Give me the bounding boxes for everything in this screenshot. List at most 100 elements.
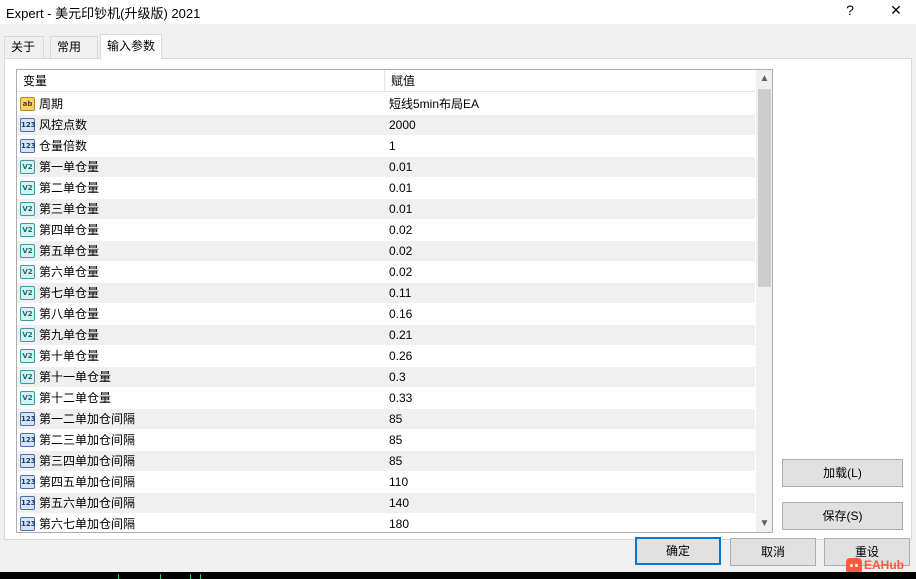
parameter-name: 第五单仓量 [39,244,100,258]
parameter-row[interactable]: V2 第十单仓量 0.26 [17,346,755,367]
taskbar-strip [0,572,916,579]
parameter-value[interactable]: 0.11 [389,283,411,304]
parameter-row[interactable]: 123 第四五单加仓间隔 110 [17,472,755,493]
parameter-value[interactable]: 140 [389,493,409,514]
save-button[interactable]: 保存(S) [782,502,903,530]
double-type-icon: V2 [20,349,35,363]
integer-type-icon: 123 [20,454,36,468]
tab-common[interactable]: 常用 [50,36,98,58]
parameter-row[interactable]: V2 第十二单仓量 0.33 [17,388,755,409]
scroll-up-icon[interactable]: ▲ [756,70,772,87]
parameter-value[interactable]: 1 [389,136,396,157]
parameter-row[interactable]: V2 第七单仓量 0.11 [17,283,755,304]
integer-type-icon: 123 [20,139,36,153]
parameter-name: 风控点数 [39,118,88,132]
parameter-value[interactable]: 0.02 [389,220,412,241]
double-type-icon: V2 [20,181,35,195]
window-title: Expert - 美元印钞机(升级版) 2021 [6,6,201,21]
parameter-value[interactable]: 0.02 [389,262,412,283]
string-type-icon: ab [20,97,35,111]
parameter-value[interactable]: 85 [389,451,402,472]
parameter-value[interactable]: 0.02 [389,241,412,262]
double-type-icon: V2 [20,265,35,279]
parameter-name: 第四五单加仓间隔 [39,475,136,489]
double-type-icon: V2 [20,286,35,300]
parameter-row[interactable]: 123 第三四单加仓间隔 85 [17,451,755,472]
integer-type-icon: 123 [20,433,36,447]
chart-tick [190,574,191,579]
parameter-name: 第六单仓量 [39,265,100,279]
parameter-value[interactable]: 0.01 [389,199,412,220]
parameter-name: 第一二单加仓间隔 [39,412,136,426]
double-type-icon: V2 [20,223,35,237]
vertical-scrollbar[interactable]: ▲ ▼ [756,70,772,532]
parameter-row[interactable]: V2 第四单仓量 0.02 [17,220,755,241]
double-type-icon: V2 [20,202,35,216]
parameter-row[interactable]: 123 仓量倍数 1 [17,136,755,157]
parameter-row[interactable]: V2 第一单仓量 0.01 [17,157,755,178]
parameter-name: 周期 [39,97,64,111]
parameter-row[interactable]: V2 第六单仓量 0.02 [17,262,755,283]
integer-type-icon: 123 [20,475,36,489]
parameter-row[interactable]: 123 第六七单加仓间隔 180 [17,514,755,532]
tab-about[interactable]: 关于 [4,36,44,58]
parameter-name: 第十一单仓量 [39,370,112,384]
parameter-name: 第四单仓量 [39,223,100,237]
parameter-name: 第九单仓量 [39,328,100,342]
parameter-row[interactable]: 123 第一二单加仓间隔 85 [17,409,755,430]
column-header-variable[interactable]: 变量 [17,70,47,92]
parameter-row[interactable]: V2 第二单仓量 0.01 [17,178,755,199]
parameter-name: 第二单仓量 [39,181,100,195]
parameter-row[interactable]: 123 第二三单加仓间隔 85 [17,430,755,451]
parameter-row[interactable]: V2 第八单仓量 0.16 [17,304,755,325]
cancel-button[interactable]: 取消 [730,538,816,566]
parameter-value[interactable]: 0.01 [389,178,412,199]
column-header-value[interactable]: 赋值 [385,70,415,92]
parameter-value[interactable]: 180 [389,514,409,532]
parameter-value[interactable]: 0.16 [389,304,412,325]
watermark-text: EAHub [864,558,904,572]
tab-strip: 关于 常用 输入参数 [4,34,912,59]
parameter-row[interactable]: V2 第五单仓量 0.02 [17,241,755,262]
double-type-icon: V2 [20,328,35,342]
parameter-value[interactable]: 0.33 [389,388,412,409]
grid-header: 变量 赋值 [17,70,755,92]
parameter-name: 第十二单仓量 [39,391,112,405]
parameter-name: 第二三单加仓间隔 [39,433,136,447]
parameter-value[interactable]: 0.26 [389,346,412,367]
parameter-value[interactable]: 85 [389,430,402,451]
parameter-value[interactable]: 110 [389,472,408,493]
scroll-thumb[interactable] [758,89,771,287]
title-bar: Expert - 美元印钞机(升级版) 2021 ? ✕ [0,0,916,24]
parameter-name: 第七单仓量 [39,286,100,300]
help-button[interactable]: ? [830,0,870,22]
chart-tick [160,574,161,579]
parameter-row[interactable]: ab 周期 短线5min布局EA [17,94,755,115]
parameter-value[interactable]: 0.3 [389,367,406,388]
parameter-name: 第六七单加仓间隔 [39,517,136,531]
chart-tick [118,574,119,579]
chart-tick [200,574,201,579]
parameters-grid: 变量 赋值 ab 周期 短线5min布局EA 123 风控点数 2000 123 仓量倍数 1 V… [16,69,773,533]
parameter-name: 第三四单加仓间隔 [39,454,136,468]
parameter-value[interactable]: 0.21 [389,325,412,346]
parameter-row[interactable]: 123 第五六单加仓间隔 140 [17,493,755,514]
grid-rows: ab 周期 短线5min布局EA 123 风控点数 2000 123 仓量倍数 1 V2 第一单仓量… [17,94,755,532]
parameter-row[interactable]: V2 第三单仓量 0.01 [17,199,755,220]
parameter-value[interactable]: 0.01 [389,157,412,178]
ok-button[interactable]: 确定 [635,537,721,565]
parameter-name: 第十单仓量 [39,349,100,363]
parameter-name: 第一单仓量 [39,160,100,174]
scroll-down-icon[interactable]: ▼ [756,515,772,532]
close-button[interactable]: ✕ [876,0,916,22]
parameter-row[interactable]: 123 风控点数 2000 [17,115,755,136]
parameter-row[interactable]: V2 第九单仓量 0.21 [17,325,755,346]
parameter-value[interactable]: 85 [389,409,402,430]
double-type-icon: V2 [20,370,35,384]
parameter-value[interactable]: 2000 [389,115,416,136]
parameter-value[interactable]: 短线5min布局EA [389,94,479,115]
parameter-row[interactable]: V2 第十一单仓量 0.3 [17,367,755,388]
integer-type-icon: 123 [20,118,36,132]
tab-inputs[interactable]: 输入参数 [100,34,162,59]
load-button[interactable]: 加载(L) [782,459,903,487]
